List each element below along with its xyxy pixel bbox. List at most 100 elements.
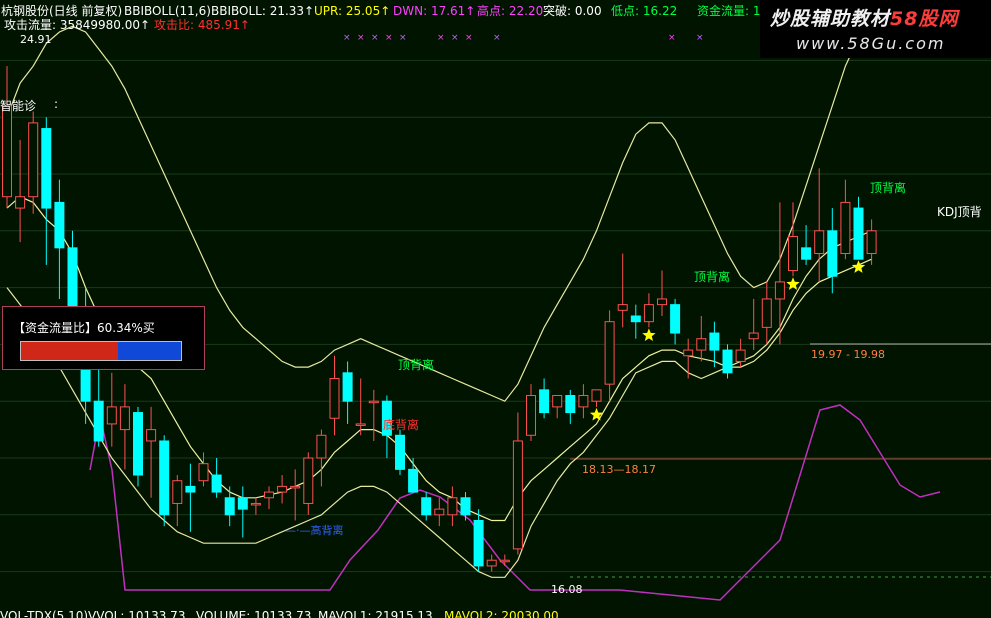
candle-body (119, 406, 130, 431)
top-divergence-label-2: 顶背离 (694, 270, 731, 284)
vol-indicator-title: VOL-TDX(5,10) (0, 609, 89, 618)
fund-flow-ratio-popup[interactable]: 【资金流量比】60.34%买 (2, 306, 205, 370)
buy-star-marker (589, 407, 604, 421)
candle-body (512, 440, 523, 550)
logo-url: www.58Gu.com (796, 34, 946, 53)
candle-body (604, 321, 615, 385)
candle-body (93, 400, 104, 442)
candle-body (408, 468, 419, 493)
signal-dot: × (451, 33, 459, 43)
bbiboll-title: BBIBOLL(11,6) (124, 4, 211, 18)
candle-body (473, 519, 484, 567)
candle-body (840, 201, 851, 255)
upr-value: UPR: 25.05↑ (314, 4, 391, 18)
candle-body (827, 230, 838, 277)
candle-body (224, 497, 235, 516)
candle-body (211, 474, 222, 493)
candle-body (250, 502, 261, 506)
candle-body (146, 429, 157, 442)
candle-body (277, 485, 288, 493)
stock-chart-window: × × × × × × × × × × × 杭钢股份(日线 前复权) BBIBOLL(11,6) B… (0, 0, 991, 618)
mavol1-value: MAVOL1: 21915.13 (318, 609, 433, 618)
candle-body (722, 349, 733, 374)
candle-body (526, 395, 536, 436)
candle-body (578, 395, 589, 408)
candle-body (106, 406, 117, 425)
candle-body (28, 122, 39, 198)
candle-body (133, 412, 143, 476)
candle-body (709, 332, 720, 351)
stock-name: 杭钢股份(日线 前复权) (1, 4, 123, 18)
candle-body (696, 338, 707, 351)
vvol-value: VVOL: 10133.73 (88, 609, 186, 618)
signal-dot: × (399, 33, 407, 43)
candle-body (368, 400, 379, 404)
candle-body (735, 349, 746, 362)
candle-body (866, 230, 877, 255)
price-max-label: 24.91 (20, 33, 52, 46)
candle-body (788, 235, 798, 272)
signal-dot: × (668, 33, 676, 43)
site-watermark-logo: 炒股辅助教材58股网 www.58Gu.com (760, 0, 991, 58)
kdj-top-divergence-label: KDJ顶背 (937, 205, 982, 219)
signal-dot: × (493, 33, 501, 43)
attack-ratio-value: 攻击比: 485.91↑ (154, 18, 250, 32)
blue-divergence-tag: —·—高背离 (285, 524, 344, 537)
candle-body (499, 559, 510, 563)
attack-flow-value: 攻击流量: 35849980.00↑ (4, 18, 151, 32)
bottom-divergence-label: 底背离 (383, 418, 420, 432)
top-divergence-label-3: 顶背离 (870, 181, 907, 195)
low-point-value: 低点: 16.22 (611, 4, 678, 18)
candle-body (670, 304, 681, 334)
candle-body (15, 196, 26, 209)
breakout-value: 突破: 0.00 (543, 4, 602, 18)
price-min-label: 16.08 (551, 583, 583, 596)
candle-body (460, 497, 471, 516)
candle-body (552, 395, 563, 408)
candle-body (630, 315, 641, 323)
dwn-value: DWN: 17.61↑ (393, 4, 476, 18)
candle-body (355, 423, 366, 426)
candle-body (264, 491, 274, 499)
range-label: 19.97 - 19.98 (811, 348, 885, 361)
fund-flow-ratio-bar (20, 341, 182, 361)
candle-body (329, 377, 340, 419)
candle-body (316, 434, 327, 459)
candle-body (565, 395, 576, 414)
candle-body (748, 332, 759, 340)
candle-body (814, 230, 825, 255)
high-point-value: 高点: 22.20 (477, 4, 544, 18)
candle-body (657, 298, 667, 306)
fund-flow-value: 资金流量: 15 (697, 4, 769, 18)
candle-body (41, 128, 52, 209)
candle-body (290, 485, 301, 489)
candle-body (539, 389, 550, 414)
signal-dot: × (357, 33, 365, 43)
buy-ratio-fill (21, 342, 118, 360)
buy-star-marker (851, 260, 866, 273)
level-label: 18.13—18.17 (582, 463, 656, 476)
volume-value: VOLUME: 10133.73 (196, 609, 312, 618)
signal-dot: × (437, 33, 445, 43)
signal-dot: × (343, 33, 351, 43)
mavol2-value: MAVOL2: 20030.00 (444, 609, 559, 618)
candle-body (342, 372, 353, 402)
candle-body (853, 207, 864, 260)
smart-diagnosis-label[interactable]: 智能诊 (0, 97, 36, 114)
logo-line-1: 炒股辅助教材58股网 (770, 8, 959, 30)
candle-body (159, 440, 170, 516)
smart-diagnosis-colon: : (54, 97, 59, 111)
signal-dot: × (465, 33, 473, 43)
candle-body (2, 105, 12, 198)
signal-dot: × (385, 33, 393, 43)
candle-body (591, 389, 602, 402)
candle-body (237, 497, 248, 510)
candle-body (761, 298, 772, 328)
buy-star-marker (642, 328, 656, 341)
signal-dot: × (371, 33, 379, 43)
candle-body (198, 463, 209, 482)
candle-body (617, 304, 628, 311)
fund-flow-ratio-title: 【资金流量比】60.34%买 (13, 321, 155, 335)
candle-body (643, 304, 654, 323)
candle-body (683, 349, 694, 357)
